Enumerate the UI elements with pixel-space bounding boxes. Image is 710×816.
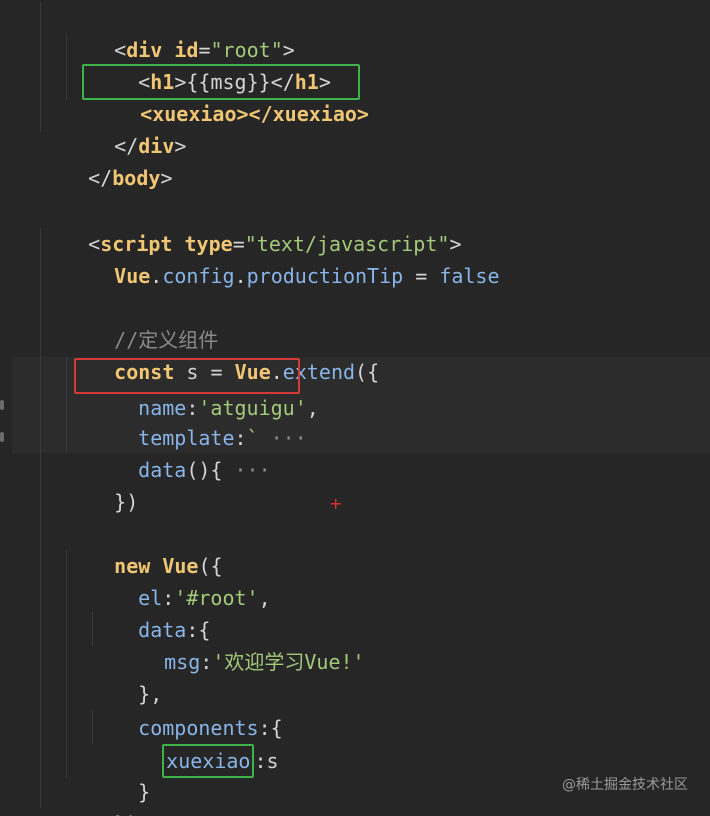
boolean-value: false <box>439 264 500 288</box>
code-line[interactable]: Vue.config.productionTip = false <box>66 228 499 288</box>
comma: , <box>258 586 271 610</box>
code-line[interactable]: components:{ <box>90 680 283 740</box>
code-line[interactable]: template:` ··· <box>90 390 307 450</box>
dot: . <box>150 264 163 288</box>
watermark: @稀土掘金技术社区 <box>562 777 688 793</box>
parens: (){ <box>186 458 223 482</box>
property: productionTip <box>246 264 404 288</box>
colon: : <box>200 650 213 674</box>
fold-ellipsis-icon[interactable]: ··· <box>222 458 271 482</box>
xuexiao-key-highlight: xuexiao <box>162 744 255 778</box>
code-line[interactable]: xuexiao:s <box>114 712 279 778</box>
equals: = <box>403 264 440 288</box>
object-key: data <box>138 458 187 482</box>
code-line[interactable]: }) <box>66 454 138 514</box>
closing-brace: }) <box>114 490 139 514</box>
indent-guide <box>40 2 41 132</box>
code-line[interactable]: </div> <box>66 98 186 158</box>
object-key: msg <box>164 650 201 674</box>
closing-brace: }) <box>114 812 138 816</box>
string-value: '欢迎学习Vue!' <box>212 650 365 674</box>
code-line[interactable]: }) <box>66 776 138 816</box>
name-option-highlight[interactable]: name:'atguigu', <box>74 358 319 420</box>
tag-bracket: </ <box>88 166 113 190</box>
fold-marker-icon[interactable] <box>0 432 4 442</box>
variable: s <box>266 749 279 773</box>
tag-bracket: > <box>174 134 187 158</box>
code-line[interactable]: <h1>{{msg}}</h1> <box>90 34 331 94</box>
object-key: xuexiao <box>166 749 251 773</box>
code-line[interactable]: }, <box>90 646 162 706</box>
paren: ({ <box>355 360 380 384</box>
dot: . <box>234 264 247 288</box>
indent-guide <box>40 228 41 808</box>
fold-marker-icon[interactable] <box>0 400 4 410</box>
code-line[interactable]: data(){ ··· <box>90 422 270 482</box>
identifier: Vue <box>114 264 151 288</box>
colon: : <box>254 749 267 773</box>
code-line[interactable]: //定义组件 <box>66 292 218 352</box>
code-line[interactable]: data:{ <box>90 582 210 642</box>
code-editor[interactable]: <div id="root"> <h1>{{msg}}</h1> <xuexia… <box>0 0 710 816</box>
code-line[interactable]: } <box>90 744 150 804</box>
tag-name: body <box>112 166 161 190</box>
code-line[interactable]: <div id="root"> <box>66 2 295 62</box>
code-line[interactable]: <script type="text/javascript"> <box>40 196 461 256</box>
code-line[interactable]: msg:'欢迎学习Vue!' <box>116 614 364 674</box>
plus-marker-icon: + <box>329 494 343 513</box>
property: config <box>162 264 235 288</box>
code-line[interactable]: new Vue({ <box>66 518 222 578</box>
tag-bracket: > <box>160 166 173 190</box>
xuexiao-tag-highlight[interactable]: <xuexiao></xuexiao> <box>82 64 369 126</box>
code-line[interactable]: const s = Vue.extend({ <box>66 324 379 384</box>
comma: , <box>306 396 319 420</box>
code-line[interactable]: </body> <box>40 130 172 190</box>
closing-brace: } <box>138 780 151 804</box>
code-line[interactable]: el:'#root', <box>90 550 270 610</box>
